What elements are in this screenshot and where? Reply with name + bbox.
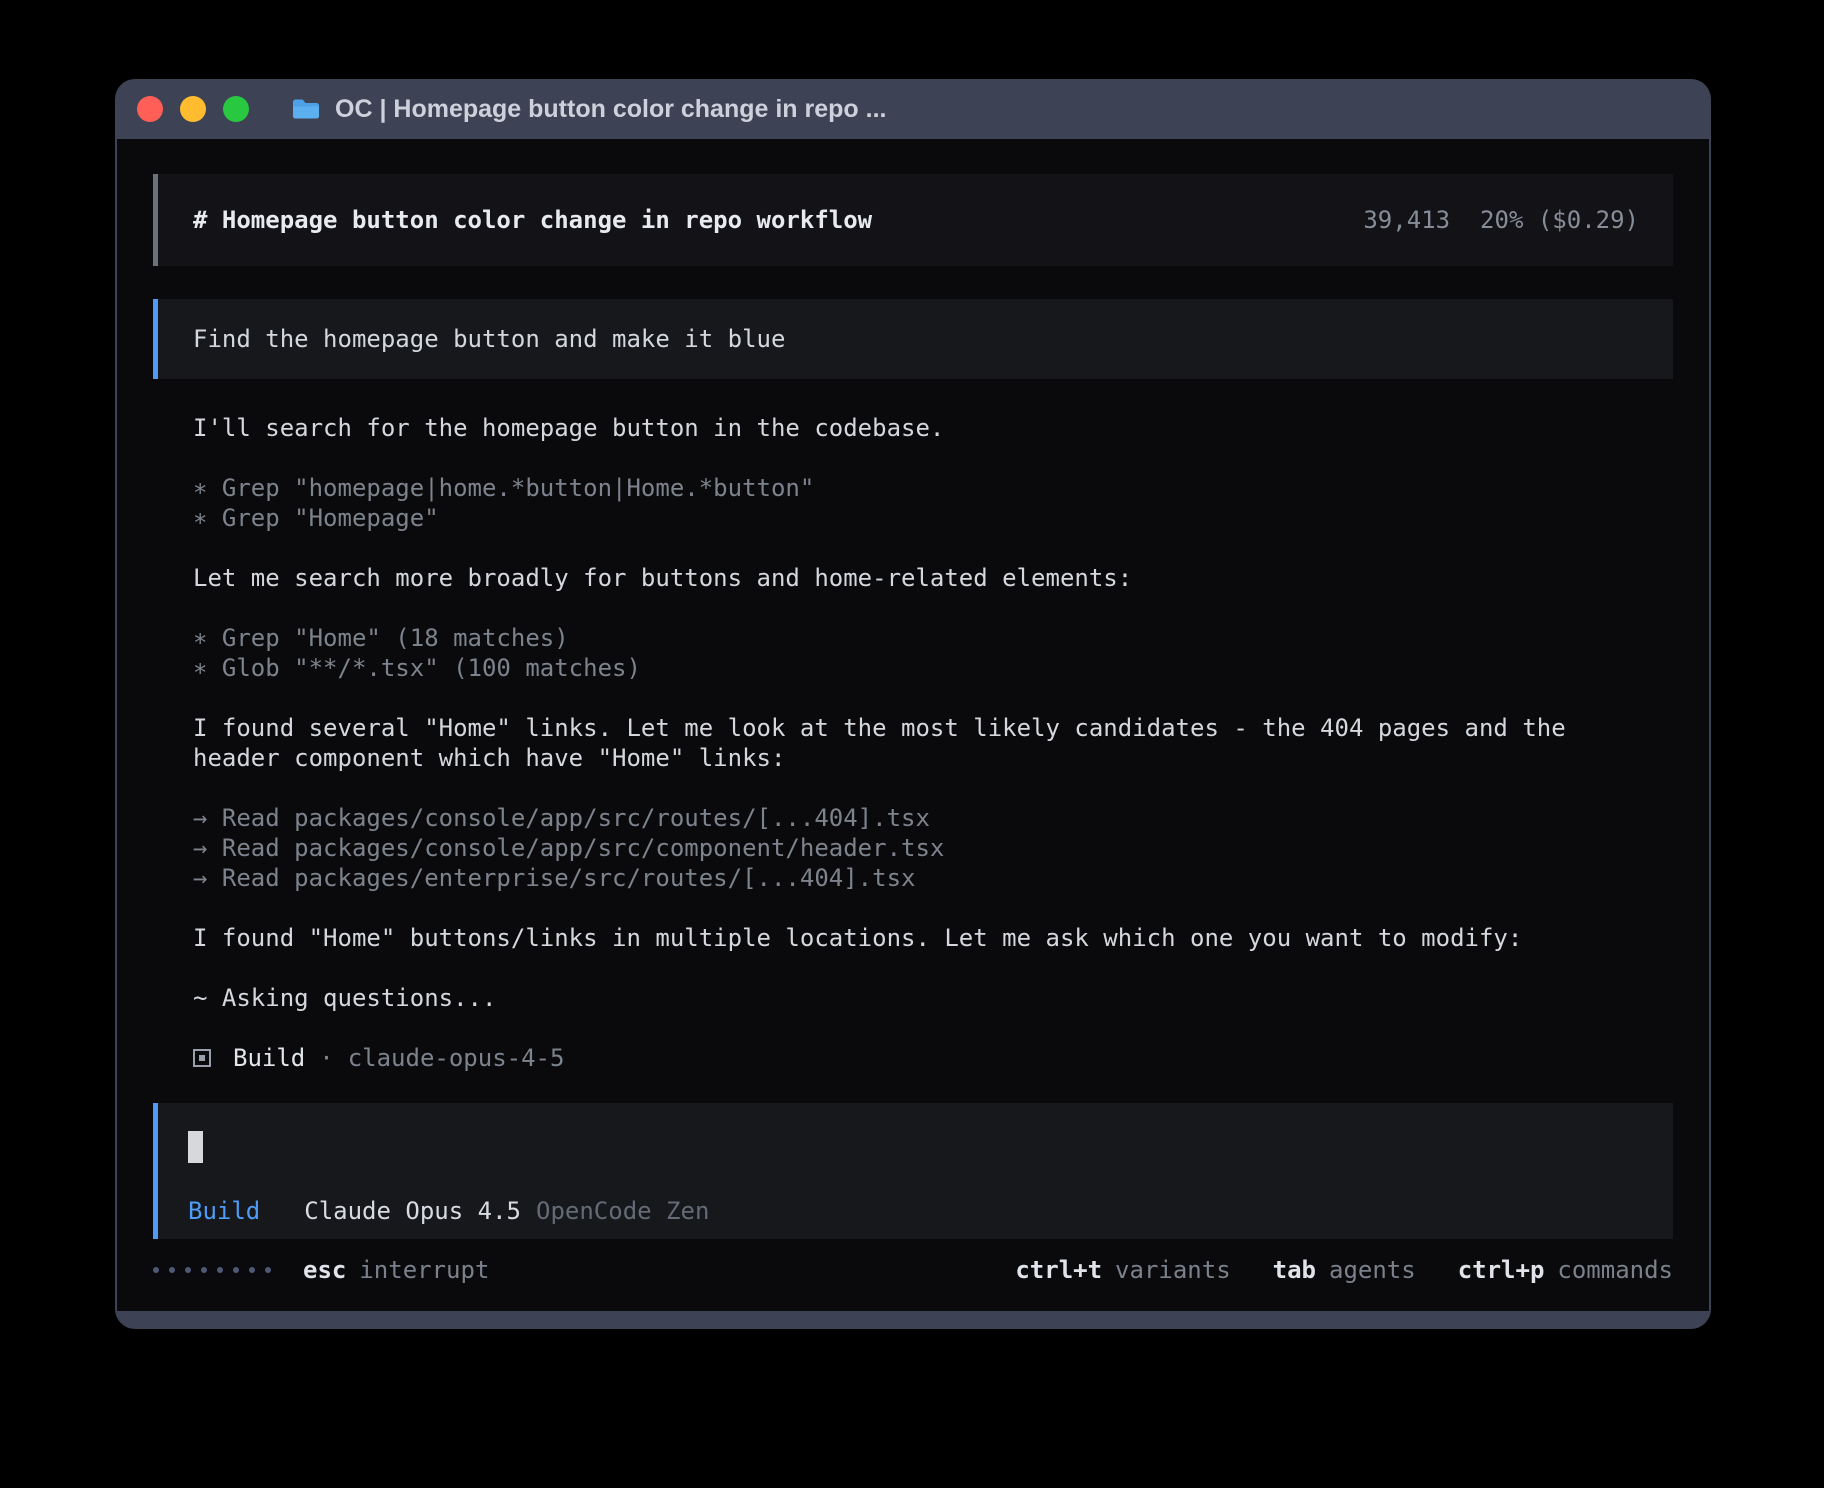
tool-call[interactable]: → Read packages/console/app/src/componen… <box>193 833 1603 863</box>
token-count: 39,413 <box>1363 206 1450 234</box>
session-header: # Homepage button color change in repo w… <box>153 174 1673 266</box>
minimize-button[interactable] <box>180 96 206 122</box>
folder-icon <box>291 97 321 121</box>
session-stats: 39,413 20% ($0.29) <box>1363 206 1639 234</box>
shortcut-variants: ctrl+t variants <box>1015 1256 1230 1284</box>
square-dot-icon <box>193 1049 211 1067</box>
shortcut-key: tab <box>1273 1256 1316 1284</box>
terminal-content: # Homepage button color change in repo w… <box>117 139 1709 1311</box>
status-bar: esc interrupt ctrl+t variants tab agents… <box>153 1255 1673 1285</box>
tool-call[interactable]: ∗ Glob "**/*.tsx" (100 matches) <box>193 653 1603 683</box>
traffic-lights <box>137 96 249 122</box>
shortcut-key: ctrl+p <box>1458 1256 1545 1284</box>
esc-key: esc <box>303 1256 346 1284</box>
shortcut-label: variants <box>1115 1256 1231 1284</box>
prompt-input[interactable]: Build Claude Opus 4.5 OpenCode Zen <box>153 1103 1673 1239</box>
tool-call[interactable]: → Read packages/console/app/src/routes/[… <box>193 803 1603 833</box>
mode-indicator[interactable]: Build <box>188 1197 260 1225</box>
shortcut-label: commands <box>1557 1256 1673 1284</box>
zoom-button[interactable] <box>223 96 249 122</box>
window-title: OC | Homepage button color change in rep… <box>335 95 886 124</box>
shortcut-commands: ctrl+p commands <box>1458 1256 1673 1284</box>
input-meta: Build Claude Opus 4.5 OpenCode Zen <box>188 1197 709 1225</box>
interrupt-label: interrupt <box>359 1256 489 1284</box>
context-usage: 20% ($0.29) <box>1480 206 1639 234</box>
user-message-text: Find the homepage button and make it blu… <box>193 325 785 353</box>
model-indicator[interactable]: Claude Opus 4.5 <box>304 1197 521 1225</box>
spinner-icon <box>153 1267 271 1273</box>
assistant-text: I found "Home" buttons/links in multiple… <box>193 923 1603 953</box>
agent-model: claude-opus-4-5 <box>348 1044 565 1072</box>
provider-indicator: OpenCode Zen <box>536 1197 709 1225</box>
assistant-text: I found several "Home" links. Let me loo… <box>193 713 1603 773</box>
assistant-text: I'll search for the homepage button in t… <box>193 413 1603 443</box>
shortcut-label: agents <box>1329 1256 1416 1284</box>
text-cursor <box>188 1131 203 1163</box>
transcript: I'll search for the homepage button in t… <box>193 413 1603 1073</box>
agent-status-row: Build · claude-opus-4-5 <box>193 1043 1603 1073</box>
interrupt-hint: esc interrupt <box>303 1256 489 1284</box>
status-text: ~ Asking questions... <box>193 983 1603 1013</box>
tool-call[interactable]: → Read packages/enterprise/src/routes/[.… <box>193 863 1603 893</box>
agent-name: Build <box>233 1044 305 1072</box>
close-button[interactable] <box>137 96 163 122</box>
shortcut-agents: tab agents <box>1273 1256 1416 1284</box>
assistant-text: Let me search more broadly for buttons a… <box>193 563 1603 593</box>
shortcut-key: ctrl+t <box>1015 1256 1102 1284</box>
tool-call[interactable]: ∗ Grep "Homepage" <box>193 503 1603 533</box>
separator-dot: · <box>319 1044 333 1072</box>
title-proxy: OC | Homepage button color change in rep… <box>291 95 886 124</box>
user-message: Find the homepage button and make it blu… <box>153 299 1673 379</box>
session-title: # Homepage button color change in repo w… <box>193 206 872 234</box>
tool-call[interactable]: ∗ Grep "Home" (18 matches) <box>193 623 1603 653</box>
window-titlebar[interactable]: OC | Homepage button color change in rep… <box>115 79 1711 139</box>
terminal-window: OC | Homepage button color change in rep… <box>115 79 1711 1329</box>
tool-call[interactable]: ∗ Grep "homepage|home.*button|Home.*butt… <box>193 473 1603 503</box>
